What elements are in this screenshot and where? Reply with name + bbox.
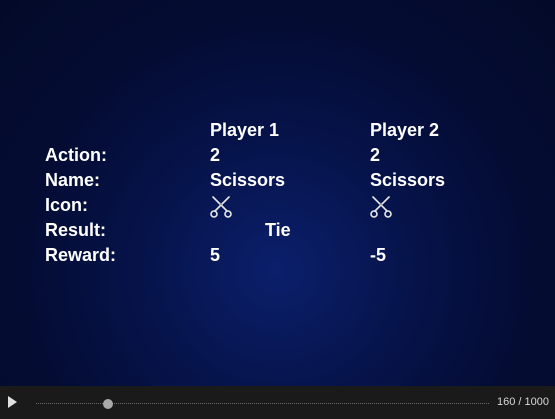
name-label: Name: [45,170,101,190]
player2-action: 2 [370,145,381,165]
frame-counter: 160 / 1000 [497,396,549,408]
player2-reward: -5 [370,245,387,265]
game-stage: Player 1 Player 2 Action: 2 2 Name: Scis… [0,0,555,386]
result-label: Result: [45,220,107,240]
scissors-icon [370,196,392,218]
icon-label: Icon: [45,195,88,215]
player1-action: 2 [210,145,221,165]
player2-name: Scissors [370,170,446,190]
play-icon[interactable] [8,396,17,408]
playback-controls: 160 / 1000 [0,386,555,419]
player1-name: Scissors [210,170,286,190]
player1-reward: 5 [210,245,221,265]
player1-header: Player 1 [210,120,280,140]
result-value: Tie [265,220,291,240]
reward-label: Reward: [45,245,117,265]
progress-thumb[interactable] [103,399,114,409]
scissors-icon [210,196,232,218]
action-label: Action: [45,145,107,165]
player2-header: Player 2 [370,120,440,140]
